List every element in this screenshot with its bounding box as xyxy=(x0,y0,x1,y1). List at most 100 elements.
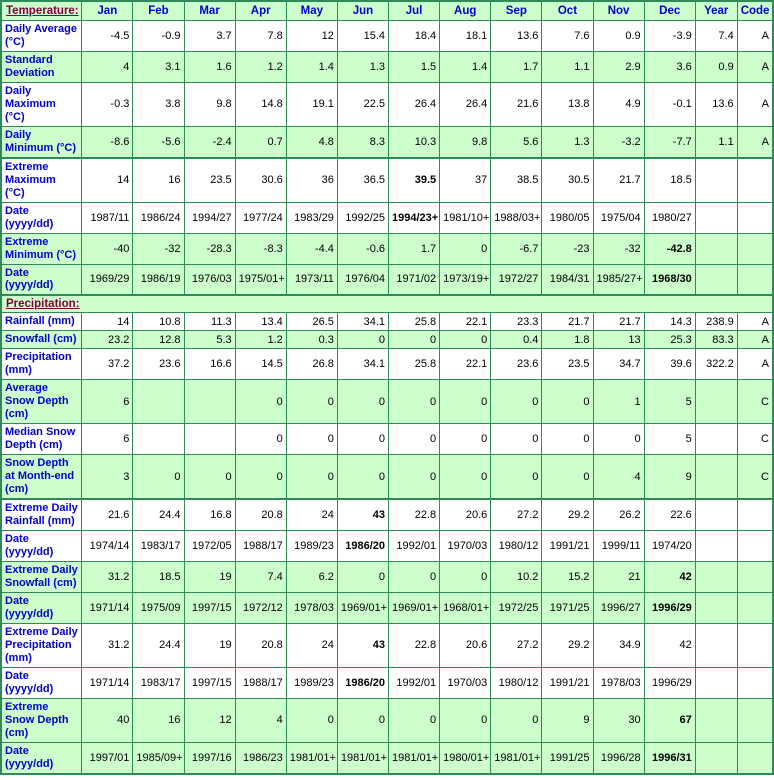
cell-jul: 0 xyxy=(388,454,441,501)
cell-jan: 1971/14 xyxy=(81,591,134,624)
cell-jul: 22.8 xyxy=(388,498,441,532)
cell-sep: 0 xyxy=(490,454,543,501)
cell-may: 19.1 xyxy=(285,81,338,127)
cell-jan: -8.6 xyxy=(81,125,134,159)
row-label: Median Snow Depth (cm) xyxy=(0,423,83,456)
cell-year xyxy=(694,622,738,668)
cell-apr: 1975/01+ xyxy=(234,263,287,297)
cell-year xyxy=(694,423,738,456)
cell-sep: 0 xyxy=(490,697,543,743)
cell-dec: 67 xyxy=(643,697,696,743)
cell-mar: 1976/03 xyxy=(183,263,236,297)
cell-code xyxy=(736,530,774,562)
cell-may: 1978/03 xyxy=(285,591,338,624)
column-header-feb: Feb xyxy=(132,0,185,21)
cell-oct: 1991/25 xyxy=(541,741,594,775)
cell-jul: 0 xyxy=(388,330,441,350)
cell-jan: -0.3 xyxy=(81,81,134,127)
cell-feb: 0 xyxy=(132,454,185,501)
cell-aug: 37 xyxy=(439,157,492,203)
cell-year: 322.2 xyxy=(694,348,738,381)
row-label: Date (yyyy/dd) xyxy=(0,741,83,775)
column-header-oct: Oct xyxy=(541,0,594,21)
cell-jul: 1992/01 xyxy=(388,530,441,562)
table-row: Median Snow Depth (cm) 6 0 0 0 0 0 0 0 0 5 C xyxy=(0,423,774,456)
row-label: Date (yyyy/dd) xyxy=(0,201,83,234)
cell-apr: 1988/17 xyxy=(234,530,287,562)
cell-jan: 1971/14 xyxy=(81,666,134,699)
cell-oct: 30.5 xyxy=(541,157,594,203)
cell-nov: 34.9 xyxy=(592,622,645,668)
cell-jan: 1997/01 xyxy=(81,741,134,775)
table-row: Daily Minimum (°C) -8.6 -5.6 -2.4 0.7 4.8 8.3 1… xyxy=(0,125,774,159)
cell-apr: 0.7 xyxy=(234,125,287,159)
row-label: Extreme Maximum (°C) xyxy=(0,157,83,203)
climate-data-table: Temperature: Jan Feb Mar Apr May Jun Jul Aug Sep O… xyxy=(0,0,774,775)
cell-sep: 1980/12 xyxy=(490,530,543,562)
row-label: Extreme Minimum (°C) xyxy=(0,232,83,265)
cell-year xyxy=(694,530,738,562)
cell-year xyxy=(694,454,738,501)
cell-dec: 42 xyxy=(643,622,696,668)
cell-mar: 1997/15 xyxy=(183,591,236,624)
cell-aug: 18.1 xyxy=(439,20,492,52)
cell-mar: 19 xyxy=(183,622,236,668)
cell-jan: 40 xyxy=(81,697,134,743)
cell-jun: 34.1 xyxy=(336,312,390,332)
section-header-precipitation: Precipitation: xyxy=(0,294,774,314)
cell-aug: 1981/10+ xyxy=(439,201,492,234)
cell-code xyxy=(736,591,774,624)
column-header-sep: Sep xyxy=(490,0,543,21)
cell-mar: 19 xyxy=(183,560,236,593)
cell-nov: 4 xyxy=(592,454,645,501)
cell-dec: 3.6 xyxy=(643,50,696,83)
cell-aug: 20.6 xyxy=(439,622,492,668)
table-row: Extreme Snow Depth (cm) 40 16 12 4 0 0 0 0 0 9 30 67 xyxy=(0,697,774,743)
cell-nov: 1985/27+ xyxy=(592,263,645,297)
cell-code xyxy=(736,232,774,265)
cell-sep: 27.2 xyxy=(490,622,543,668)
cell-apr: 4 xyxy=(234,697,287,743)
cell-dec: 9 xyxy=(643,454,696,501)
cell-jun: 8.3 xyxy=(336,125,390,159)
cell-feb: 24.4 xyxy=(132,622,185,668)
cell-jun: 1992/25 xyxy=(336,201,390,234)
cell-year xyxy=(694,498,738,532)
cell-sep: 1988/03+ xyxy=(490,201,543,234)
cell-mar: 16.8 xyxy=(183,498,236,532)
cell-may: 1989/23 xyxy=(285,530,338,562)
cell-aug: 1973/19+ xyxy=(439,263,492,297)
cell-oct: 1991/21 xyxy=(541,666,594,699)
cell-may: 1.4 xyxy=(285,50,338,83)
cell-aug: 1970/03 xyxy=(439,666,492,699)
temperature-section-link[interactable]: Temperature: xyxy=(6,5,79,17)
cell-nov: 4.9 xyxy=(592,81,645,127)
table-row: Date (yyyy/dd) 1971/14 1975/09 1997/15 1972/… xyxy=(0,591,774,624)
cell-mar: 1972/05 xyxy=(183,530,236,562)
cell-feb: 10.8 xyxy=(132,312,185,332)
cell-jul: 1994/23+ xyxy=(388,201,441,234)
cell-may: 0 xyxy=(285,454,338,501)
section-header-precipitation-row: Precipitation: xyxy=(0,294,774,314)
cell-jun: 34.1 xyxy=(336,348,390,381)
row-label: Extreme Daily Rainfall (mm) xyxy=(0,498,83,532)
cell-jan: 6 xyxy=(81,379,134,425)
table-row: Standard Deviation 4 3.1 1.6 1.2 1.4 1.3 1.5 1.4… xyxy=(0,50,774,83)
cell-jul: 26.4 xyxy=(388,81,441,127)
row-label: Daily Minimum (°C) xyxy=(0,125,83,159)
cell-nov: 0.9 xyxy=(592,20,645,52)
table-row: Date (yyyy/dd) 1974/14 1983/17 1972/05 1988/… xyxy=(0,530,774,562)
cell-dec: 18.5 xyxy=(643,157,696,203)
cell-code: A xyxy=(736,81,774,127)
cell-jun: 0 xyxy=(336,560,390,593)
cell-may: 1981/01+ xyxy=(285,741,338,775)
row-label: Daily Maximum (°C) xyxy=(0,81,83,127)
cell-apr: 0 xyxy=(234,423,287,456)
cell-year xyxy=(694,560,738,593)
cell-apr: 1977/24 xyxy=(234,201,287,234)
precipitation-section-link[interactable]: Precipitation: xyxy=(6,298,79,310)
cell-oct: 15.2 xyxy=(541,560,594,593)
cell-nov: 1 xyxy=(592,379,645,425)
cell-jul: 1.5 xyxy=(388,50,441,83)
cell-apr: 0 xyxy=(234,454,287,501)
